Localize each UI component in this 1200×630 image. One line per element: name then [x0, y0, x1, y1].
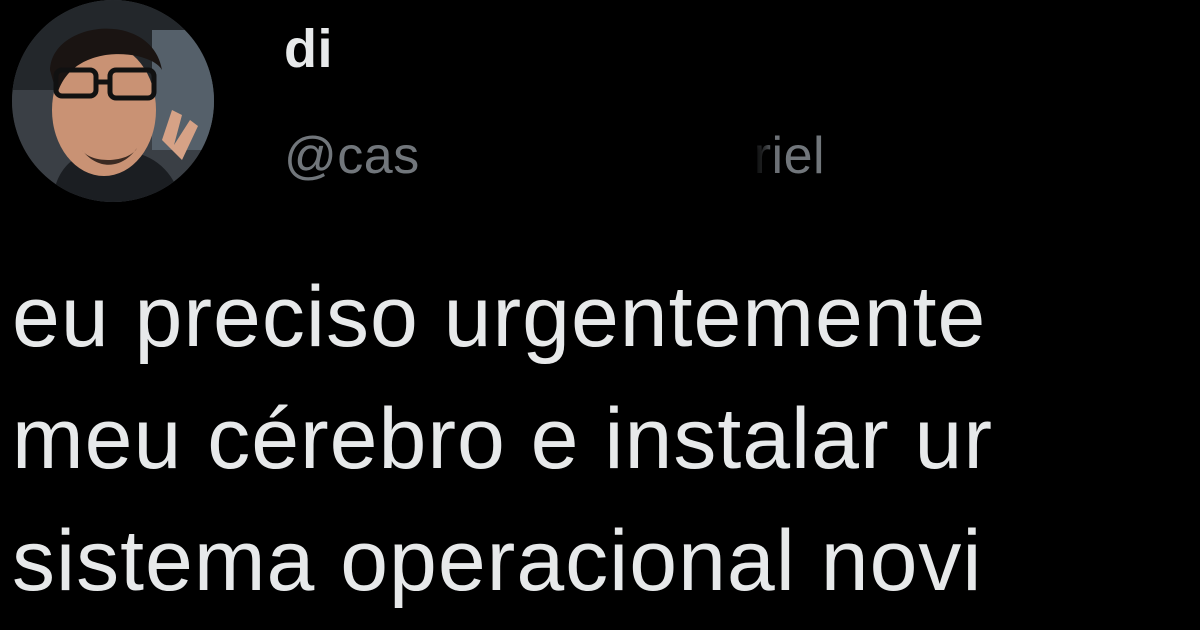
- name-redaction: [358, 30, 448, 90]
- author-avatar[interactable]: [12, 0, 214, 202]
- avatar-photo: [12, 0, 214, 202]
- display-name-text: di: [284, 19, 333, 79]
- handle-text: @cas: [284, 127, 420, 185]
- tweet-text-line-2: meu cérebro e instalar ur: [12, 391, 993, 487]
- tweet-text: eu preciso urgentemente meu cérebro e in…: [12, 256, 1200, 622]
- handle-redaction: [458, 138, 768, 194]
- tweet-text-line-3: sistema operacional novi: [12, 513, 983, 609]
- author-display-name[interactable]: di: [284, 18, 333, 80]
- tweet-card: di @cas riel eu preciso urgentemente meu …: [0, 0, 1200, 630]
- tweet-text-line-1: eu preciso urgentemente: [12, 269, 987, 365]
